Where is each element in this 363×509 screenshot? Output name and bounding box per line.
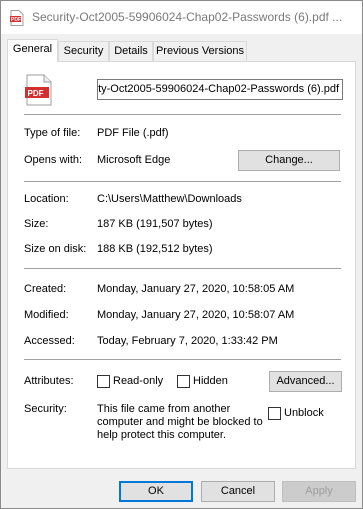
size-on-disk-value: 188 KB (192,512 bytes) (97, 243, 213, 255)
advanced-button[interactable]: Advanced... (269, 371, 342, 392)
readonly-checkbox[interactable] (97, 375, 110, 388)
separator (24, 114, 341, 115)
security-text-line-1: This file came from another (97, 403, 231, 415)
unblock-label: Unblock (284, 407, 324, 419)
apply-button[interactable]: Apply (282, 481, 356, 502)
hidden-checkbox[interactable] (177, 375, 190, 388)
svg-text:PDF: PDF (11, 17, 21, 23)
location-label: Location: (24, 193, 69, 205)
security-text-line-3: help protect this computer. (97, 429, 227, 441)
security-label: Security: (24, 403, 67, 415)
location-value: C:\Users\Matthew\Downloads (97, 193, 242, 205)
ok-button[interactable]: OK (119, 481, 193, 502)
tab-general[interactable]: General (7, 39, 58, 62)
opens-with-value: Microsoft Edge (97, 154, 171, 166)
hidden-label: Hidden (193, 375, 228, 387)
readonly-label: Read-only (113, 375, 164, 387)
modified-value: Monday, January 27, 2020, 10:58:07 AM (97, 309, 295, 321)
type-label: Type of file: (24, 127, 81, 139)
change-button[interactable]: Change... (238, 150, 340, 171)
tab-strip: General Security Details Previous Versio… (7, 39, 357, 62)
tab-details[interactable]: Details (109, 41, 153, 61)
pdf-file-icon: PDF (25, 74, 52, 106)
opens-with-label: Opens with: (24, 154, 83, 166)
svg-text:PDF: PDF (28, 89, 44, 98)
separator (24, 268, 341, 269)
file-name-value: Security-Oct2005-59906024-Chap02-Passwor… (97, 83, 339, 95)
size-value: 187 KB (191,507 bytes) (97, 218, 213, 230)
type-value: PDF File (.pdf) (97, 127, 169, 139)
attributes-label: Attributes: (24, 375, 74, 387)
accessed-value: Today, February 7, 2020, 1:33:42 PM (97, 335, 278, 347)
title-bar[interactable]: PDF Security-Oct2005-59906024-Chap02-Pas… (1, 1, 362, 34)
window-title: Security-Oct2005-59906024-Chap02-Passwor… (32, 10, 343, 24)
general-panel: PDF Security-Oct2005-59906024-Chap02-Pas… (7, 61, 356, 469)
separator (24, 181, 341, 182)
created-label: Created: (24, 283, 67, 295)
size-label: Size: (24, 218, 49, 230)
security-text-line-2: computer and might be blocked to (97, 416, 263, 428)
accessed-label: Accessed: (24, 335, 75, 347)
cancel-button[interactable]: Cancel (201, 481, 275, 502)
size-on-disk-label: Size on disk: (24, 243, 87, 255)
file-name-input[interactable]: Security-Oct2005-59906024-Chap02-Passwor… (97, 79, 343, 100)
tab-previous-versions[interactable]: Previous Versions (153, 41, 247, 61)
properties-dialog: PDF Security-Oct2005-59906024-Chap02-Pas… (0, 0, 363, 509)
created-value: Monday, January 27, 2020, 10:58:05 AM (97, 283, 295, 295)
tab-security[interactable]: Security (58, 41, 109, 61)
modified-label: Modified: (24, 309, 69, 321)
unblock-checkbox[interactable] (268, 407, 281, 420)
separator (24, 359, 341, 360)
pdf-icon: PDF (10, 10, 24, 26)
